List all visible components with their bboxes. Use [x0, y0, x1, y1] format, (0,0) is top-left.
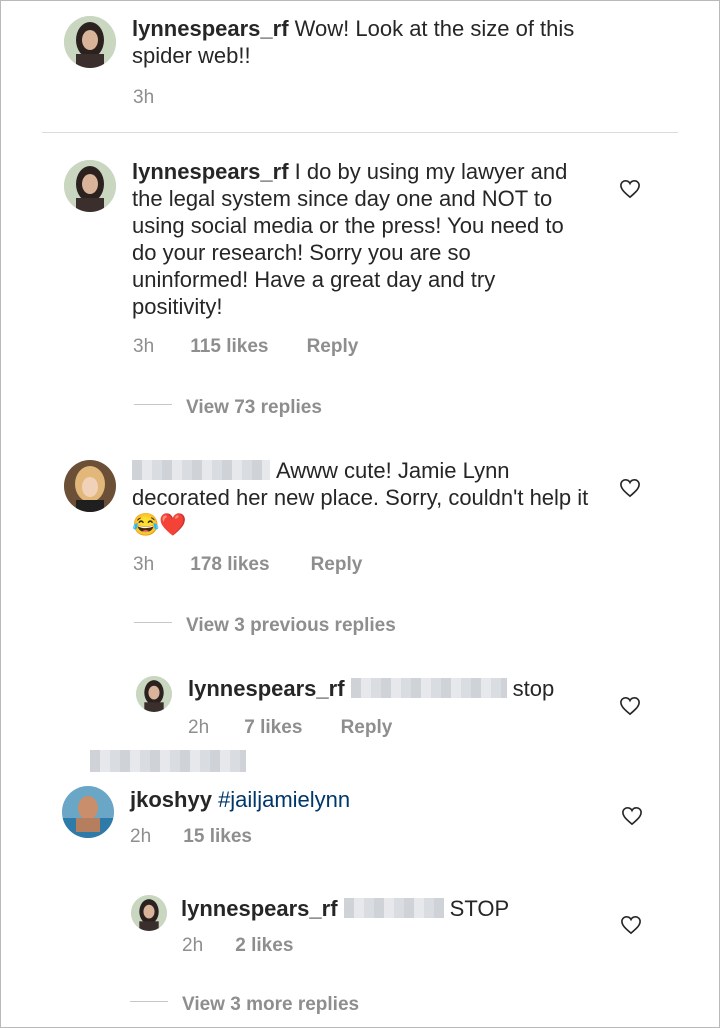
comment-likes[interactable]: 7 likes	[244, 717, 335, 739]
redacted-username	[132, 460, 270, 481]
thread-line	[134, 404, 172, 406]
comment-likes[interactable]: 178 likes	[190, 554, 305, 576]
view-replies-button[interactable]: View 73 replies	[134, 397, 322, 419]
reply-button[interactable]: Reply	[311, 554, 363, 576]
avatar[interactable]	[64, 16, 116, 68]
redacted-mention	[343, 898, 444, 919]
caption-meta: 3h	[133, 87, 154, 109]
comment-meta: 2h 7 likes Reply	[188, 717, 392, 739]
caption-time: 3h	[133, 87, 155, 108]
avatar-photo-icon	[131, 895, 167, 931]
like-heart-icon[interactable]	[619, 179, 641, 199]
comment-username[interactable]: jkoshyy	[130, 787, 212, 812]
comment-meta: 3h 178 likes Reply	[133, 554, 362, 576]
comment-meta: 3h 115 likes Reply	[133, 336, 358, 358]
comment-time: 2h	[130, 826, 152, 847]
thread-line	[130, 1001, 168, 1003]
comment-text: jkoshyy #jailjamielynn	[130, 786, 590, 813]
caption-username[interactable]: lynnespears_rf	[132, 16, 289, 41]
thread-line	[134, 622, 172, 624]
comment-text: lynnespears_rf I do by using my lawyer a…	[132, 158, 587, 320]
avatar[interactable]	[136, 676, 172, 712]
view-replies-label: View 3 previous replies	[186, 615, 396, 636]
comment-time: 3h	[133, 336, 155, 357]
reply-text: lynnespears_rf STOP	[181, 895, 601, 922]
like-heart-icon[interactable]	[621, 806, 643, 826]
avatar-photo-icon	[62, 786, 114, 838]
comment-time: 3h	[133, 554, 155, 575]
avatar[interactable]	[131, 895, 167, 931]
comment-body: STOP	[449, 896, 510, 921]
emoji-laugh-heart: 😂❤️	[132, 512, 187, 537]
avatar[interactable]	[64, 160, 116, 212]
comment-likes[interactable]: 15 likes	[183, 826, 252, 848]
caption-divider	[42, 132, 678, 133]
avatar-photo-icon	[64, 160, 116, 212]
comment-username[interactable]: lynnespears_rf	[132, 159, 289, 184]
like-heart-icon[interactable]	[619, 478, 641, 498]
like-heart-icon[interactable]	[619, 696, 641, 716]
hashtag-link[interactable]: #jailjamielynn	[218, 787, 350, 812]
comment-text: Awww cute! Jamie Lynn decorated her new …	[132, 457, 592, 538]
avatar-photo-icon	[64, 460, 116, 512]
view-replies-label: View 3 more replies	[182, 994, 360, 1015]
comment-meta: 2h 15 likes	[130, 826, 252, 848]
avatar-photo-icon	[136, 676, 172, 712]
view-previous-replies-button[interactable]: View 3 previous replies	[134, 615, 396, 637]
caption-text: lynnespears_rf Wow! Look at the size of …	[132, 15, 632, 69]
view-replies-label: View 73 replies	[186, 397, 322, 418]
comment-username[interactable]: lynnespears_rf	[188, 676, 345, 701]
view-more-replies-button[interactable]: View 3 more replies	[130, 994, 359, 1016]
reply-button[interactable]: Reply	[341, 717, 393, 739]
comment-meta: 2h 2 likes	[182, 935, 293, 957]
avatar[interactable]	[64, 460, 116, 512]
redacted-username	[90, 750, 246, 772]
redacted-mention	[350, 678, 507, 699]
comment-body: stop	[512, 676, 555, 701]
reply-button[interactable]: Reply	[307, 336, 359, 358]
like-heart-icon[interactable]	[620, 915, 642, 935]
comment-time: 2h	[188, 717, 210, 738]
comment-likes[interactable]: 2 likes	[235, 935, 293, 957]
comment-likes[interactable]: 115 likes	[190, 336, 301, 358]
comment-username[interactable]: lynnespears_rf	[181, 896, 338, 921]
comment-time: 2h	[182, 935, 204, 956]
reply-text: lynnespears_rf stop	[188, 675, 608, 702]
avatar[interactable]	[62, 786, 114, 838]
avatar-photo-icon	[64, 16, 116, 68]
